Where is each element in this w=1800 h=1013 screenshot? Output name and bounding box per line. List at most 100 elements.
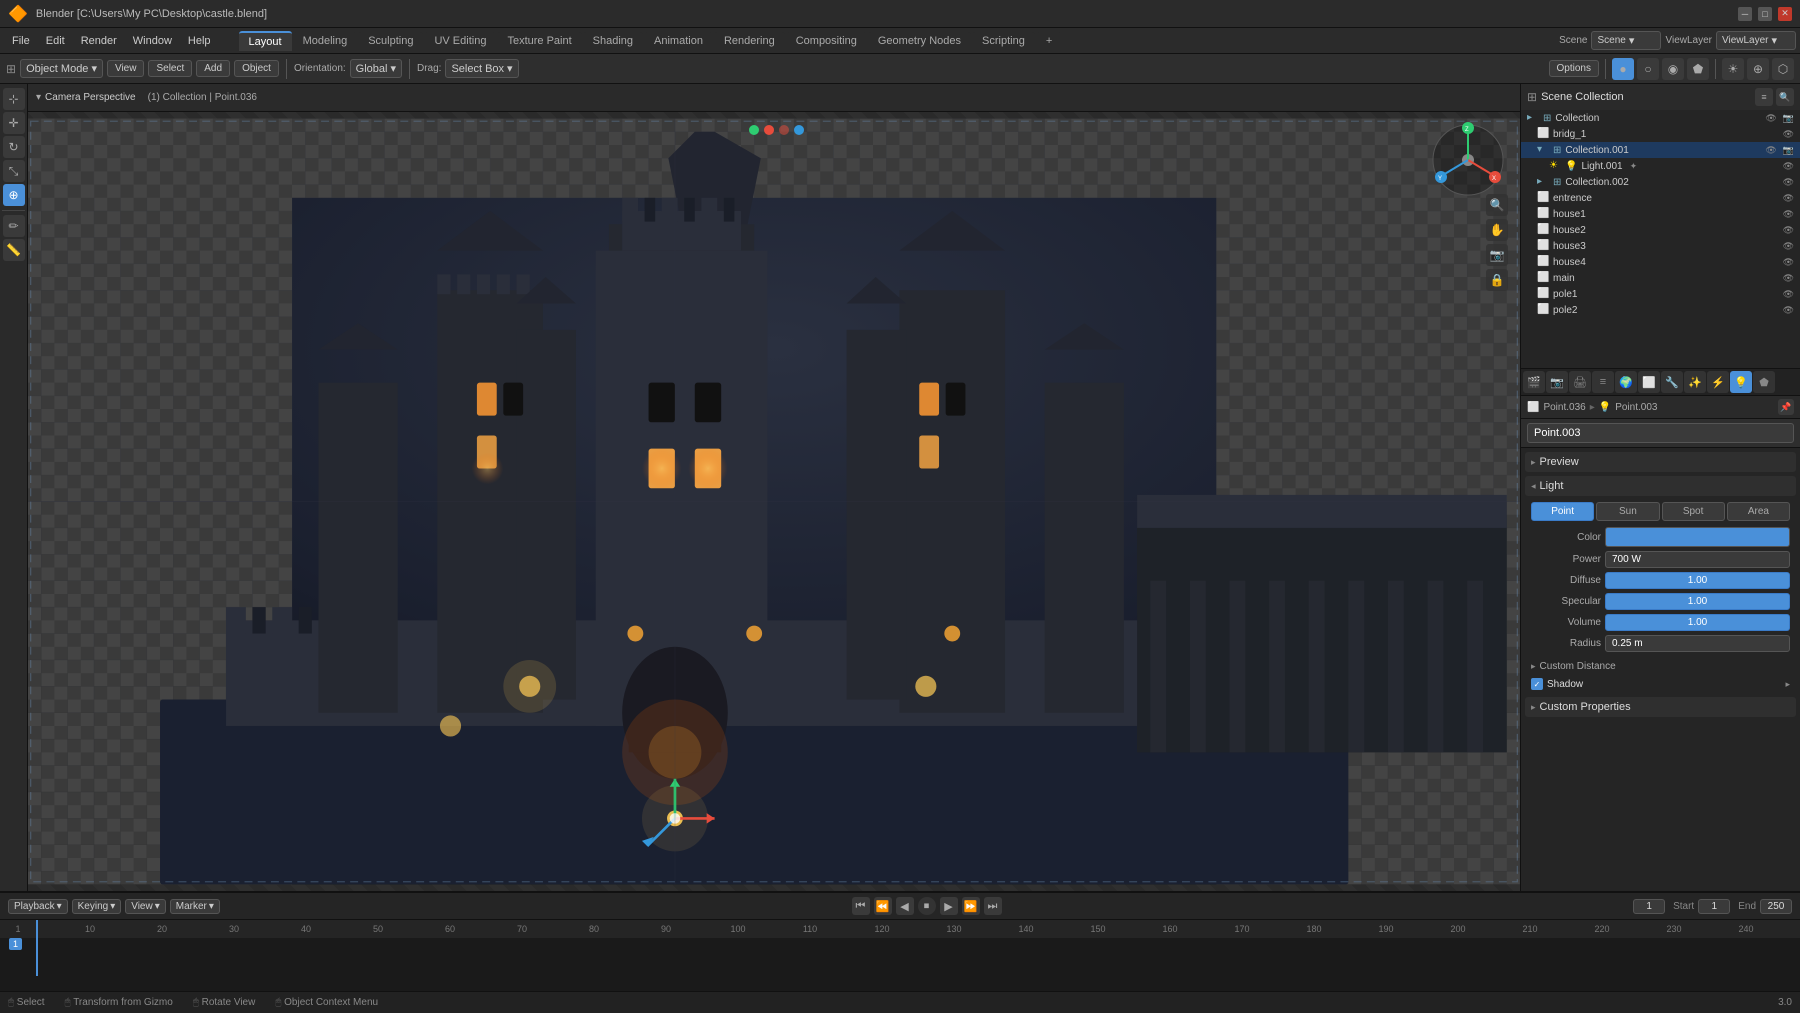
tab-rendering[interactable]: Rendering <box>714 32 785 50</box>
lock-camera-tool[interactable]: 🔒 <box>1486 269 1508 291</box>
prop-tab-output[interactable]: 🖨 <box>1569 371 1591 393</box>
transform-tool[interactable]: ⊕ <box>3 184 25 206</box>
step-forward-button[interactable]: ⏩ <box>962 897 980 915</box>
tab-animation[interactable]: Animation <box>644 32 713 50</box>
house2-eye[interactable]: 👁 <box>1783 225 1794 236</box>
outliner-item-house1[interactable]: ⬜ house1 👁 <box>1521 206 1800 222</box>
annotate-tool[interactable]: ✏ <box>3 215 25 237</box>
play-back-button[interactable]: ◀ <box>896 897 914 915</box>
outliner-item-bridg1[interactable]: ⬜ bridg_1 👁 <box>1521 126 1800 142</box>
move-tool[interactable]: ✛ <box>3 112 25 134</box>
view-dropdown[interactable]: View ▾ <box>125 899 166 914</box>
outliner-item-col001[interactable]: ▾ ⊞ Collection.001 👁 📷 <box>1521 142 1800 158</box>
collection-render[interactable]: 📷 <box>1783 113 1794 124</box>
prop-tab-particles[interactable]: ✨ <box>1684 371 1706 393</box>
start-frame-input[interactable] <box>1698 899 1730 914</box>
options-button[interactable]: Options <box>1549 60 1599 77</box>
specular-value[interactable]: 1.00 <box>1605 593 1790 610</box>
light001-eye[interactable]: 👁 <box>1783 161 1794 172</box>
play-button[interactable]: ▶ <box>940 897 958 915</box>
prop-tab-physics[interactable]: ⚡ <box>1707 371 1729 393</box>
jump-to-end-button[interactable]: ⏭ <box>984 897 1002 915</box>
outliner-item-main[interactable]: ⬜ main 👁 <box>1521 270 1800 286</box>
stop-button[interactable]: ⏹ <box>918 897 936 915</box>
step-back-button[interactable]: ⏪ <box>874 897 892 915</box>
zoom-tool[interactable]: 🔍 <box>1486 194 1508 216</box>
house3-eye[interactable]: 👁 <box>1783 241 1794 252</box>
menu-help[interactable]: Help <box>180 33 219 49</box>
menu-edit[interactable]: Edit <box>38 33 73 49</box>
col002-eye[interactable]: 👁 <box>1783 177 1794 188</box>
outliner-filter-button[interactable]: ≡ <box>1755 88 1773 106</box>
main-eye[interactable]: 👁 <box>1783 273 1794 284</box>
mode-selector[interactable]: Object Mode ▾ <box>20 59 103 78</box>
current-frame-input[interactable] <box>1633 899 1665 914</box>
viewport-main[interactable]: ▾ Camera Perspective (1) Collection | Po… <box>28 84 1520 891</box>
xray-button[interactable]: ⬡ <box>1772 58 1794 80</box>
prop-tab-world[interactable]: 🌍 <box>1615 371 1637 393</box>
light-type-sun[interactable]: Sun <box>1596 502 1659 521</box>
prop-tab-material[interactable]: ⬟ <box>1753 371 1775 393</box>
prop-tab-view-layer[interactable]: ≡ <box>1592 371 1614 393</box>
preview-header[interactable]: ▸ Preview <box>1525 452 1796 472</box>
custom-props-header[interactable]: ▸ Custom Properties <box>1525 697 1796 717</box>
light-type-area[interactable]: Area <box>1727 502 1790 521</box>
tab-add[interactable]: + <box>1036 32 1062 50</box>
menu-render[interactable]: Render <box>73 33 125 49</box>
rendered-view-button[interactable]: ◉ <box>1662 58 1684 80</box>
rotate-tool[interactable]: ↻ <box>3 136 25 158</box>
pan-tool[interactable]: ✋ <box>1486 219 1508 241</box>
volume-value[interactable]: 1.00 <box>1605 614 1790 631</box>
object-name-input[interactable] <box>1527 423 1794 443</box>
pole2-eye[interactable]: 👁 <box>1783 305 1794 316</box>
outliner-item-house4[interactable]: ⬜ house4 👁 <box>1521 254 1800 270</box>
col001-eye[interactable]: 👁 <box>1765 145 1776 156</box>
outliner-item-col002[interactable]: ▸ ⊞ Collection.002 👁 <box>1521 174 1800 190</box>
outliner-item-entrence[interactable]: ⬜ entrence 👁 <box>1521 190 1800 206</box>
keying-dropdown[interactable]: Keying ▾ <box>72 899 122 914</box>
scene-selector[interactable]: Scene ▾ <box>1591 31 1661 50</box>
scale-tool[interactable]: ⤡ <box>3 160 25 182</box>
tab-modeling[interactable]: Modeling <box>293 32 358 50</box>
pole1-eye[interactable]: 👁 <box>1783 289 1794 300</box>
outliner-item-collection[interactable]: ▸ ⊞ Collection 👁 📷 <box>1521 110 1800 126</box>
prop-tab-scene[interactable]: 🎬 <box>1523 371 1545 393</box>
overlays-button[interactable]: ⊕ <box>1747 58 1769 80</box>
prop-tab-render[interactable]: 📷 <box>1546 371 1568 393</box>
outliner-item-pole2[interactable]: ⬜ pole2 👁 <box>1521 302 1800 318</box>
minimize-button[interactable]: ─ <box>1738 7 1752 21</box>
light-type-spot[interactable]: Spot <box>1662 502 1725 521</box>
material-view-button[interactable]: ⬟ <box>1687 58 1709 80</box>
outliner-item-pole1[interactable]: ⬜ pole1 👁 <box>1521 286 1800 302</box>
light-header[interactable]: ▾ Light <box>1525 476 1796 496</box>
shadow-checkbox[interactable]: ✓ <box>1531 678 1543 690</box>
tab-texture-paint[interactable]: Texture Paint <box>497 32 581 50</box>
prop-pin-button[interactable]: 📌 <box>1778 399 1794 415</box>
house4-eye[interactable]: 👁 <box>1783 257 1794 268</box>
tab-geometry-nodes[interactable]: Geometry Nodes <box>868 32 971 50</box>
solid-view-button[interactable]: ● <box>1612 58 1634 80</box>
power-value[interactable]: 700 W <box>1605 551 1790 568</box>
radius-value[interactable]: 0.25 m <box>1605 635 1790 652</box>
collection-eye[interactable]: 👁 <box>1765 113 1776 124</box>
tab-shading[interactable]: Shading <box>583 32 643 50</box>
cursor-tool[interactable]: ⊹ <box>3 88 25 110</box>
object-button[interactable]: Object <box>234 60 279 77</box>
drag-selector[interactable]: Select Box ▾ <box>445 59 518 78</box>
menu-file[interactable]: File <box>4 33 38 49</box>
playback-dropdown[interactable]: Playback ▾ <box>8 899 68 914</box>
outliner-item-house2[interactable]: ⬜ house2 👁 <box>1521 222 1800 238</box>
wireframe-view-button[interactable]: ○ <box>1637 58 1659 80</box>
end-frame-input[interactable] <box>1760 899 1792 914</box>
outliner-search-button[interactable]: 🔍 <box>1776 88 1794 106</box>
color-picker[interactable] <box>1605 527 1790 547</box>
outliner-item-light001[interactable]: ☀ 💡 Light.001 ✦ 👁 <box>1521 158 1800 174</box>
view-button[interactable]: View <box>107 60 145 77</box>
view-layer-selector[interactable]: ViewLayer ▾ <box>1716 31 1796 50</box>
entrence-eye[interactable]: 👁 <box>1783 193 1794 204</box>
custom-distance-row[interactable]: ▸ Custom Distance <box>1525 658 1796 675</box>
prop-tab-modifier[interactable]: 🔧 <box>1661 371 1683 393</box>
house1-eye[interactable]: 👁 <box>1783 209 1794 220</box>
prop-tab-data[interactable]: 💡 <box>1730 371 1752 393</box>
prop-tab-object[interactable]: ⬜ <box>1638 371 1660 393</box>
